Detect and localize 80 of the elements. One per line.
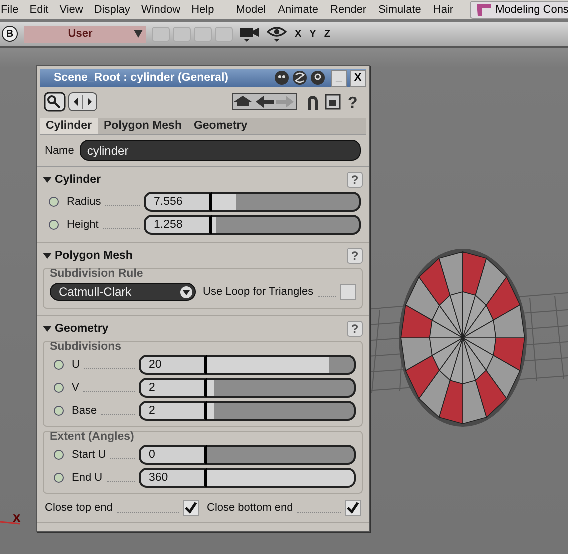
camera-icon[interactable] (239, 26, 261, 42)
viewport-letter[interactable]: B (2, 26, 18, 42)
group-title: Extent (Angles) (50, 431, 136, 443)
axis-indicator (0, 521, 20, 525)
slider-fill[interactable] (212, 194, 236, 210)
axis-label: x (13, 509, 21, 525)
help-button[interactable]: ? (347, 248, 363, 264)
module-menu[interactable]: Animate (274, 4, 323, 16)
section-title[interactable]: Cylinder (55, 174, 102, 186)
parameter-label: Start U (72, 448, 106, 460)
menu-item[interactable]: Help (190, 4, 222, 16)
animation-icon[interactable] (54, 406, 64, 416)
parameter-label: Base (72, 404, 98, 416)
help-button[interactable]: ? (347, 172, 363, 188)
slider-fill[interactable] (207, 402, 214, 418)
animation-icon[interactable] (49, 220, 59, 230)
title-icons-drawing[interactable] (274, 70, 328, 86)
value-field[interactable]: 1.258 (144, 214, 212, 234)
parameter-label: Height (67, 218, 99, 230)
eye-icon[interactable] (267, 26, 287, 42)
checkbox-label: Use Loop for Triangles (203, 286, 314, 298)
group-title: Subdivisions (50, 341, 123, 353)
window-title: Scene_Root : cylinder (General) (54, 72, 230, 84)
view-dropdown[interactable]: User (24, 26, 146, 42)
parameter-label: V (72, 382, 80, 394)
value-field[interactable]: 0 (139, 444, 207, 464)
parameter-label: Radius (67, 196, 102, 208)
animation-icon[interactable] (54, 472, 64, 482)
axis-toggle[interactable]: X (295, 28, 302, 40)
subdivision-dropdown[interactable]: Catmull-Clark (50, 283, 196, 301)
slider-fill[interactable] (207, 356, 329, 372)
animation-icon[interactable] (54, 450, 64, 460)
animation-icon[interactable] (54, 360, 64, 370)
checkbox[interactable] (340, 284, 356, 300)
parameter-label: End U (72, 472, 103, 484)
group-title: Subdivision Rule (50, 268, 144, 280)
name-field[interactable]: cylinder (80, 140, 361, 161)
collapse-arrow-icon[interactable] (43, 324, 52, 332)
value-field[interactable]: 7.556 (144, 192, 212, 212)
value-field[interactable]: 2 (139, 400, 207, 420)
section-title[interactable]: Geometry (55, 322, 109, 334)
menu-item[interactable]: View (58, 4, 90, 16)
checkbox-label: Close top end (45, 502, 113, 514)
axis-toggle[interactable]: Y (310, 28, 316, 40)
slider-fill[interactable] (212, 216, 216, 232)
collapse-arrow-icon[interactable] (43, 252, 52, 260)
navigation-arrows-icon[interactable] (232, 92, 298, 112)
window-button[interactable]: X (350, 70, 366, 86)
tab[interactable]: Cylinder (40, 118, 98, 134)
module-menu[interactable]: Model (232, 4, 270, 16)
module-menu[interactable]: Render (326, 4, 371, 16)
menu-item[interactable]: Display (93, 4, 138, 16)
checkbox[interactable] (183, 500, 199, 516)
value-field[interactable]: 2 (139, 378, 207, 398)
value-field[interactable]: 360 (139, 468, 207, 488)
value-field[interactable]: 20 (139, 354, 207, 374)
dialog-title-bar[interactable]: Scene_Root : cylinder (General) _ X (40, 69, 366, 87)
collapse-arrow-icon[interactable] (43, 176, 52, 184)
section-title[interactable]: Polygon Mesh (55, 250, 133, 262)
checkbox[interactable] (345, 500, 361, 516)
module-menu[interactable]: Hair (429, 4, 458, 16)
tab[interactable]: Polygon Mesh (98, 118, 188, 134)
previous-next-icon[interactable] (68, 92, 98, 112)
checkbox-label: Close bottom end (207, 502, 294, 514)
axis-toggle[interactable]: Z (324, 28, 330, 40)
tool-icons-drawing[interactable]: ? (300, 92, 364, 112)
window-button[interactable]: _ (331, 70, 347, 86)
animation-icon[interactable] (54, 382, 64, 392)
dropdown-arrow-icon (134, 30, 143, 38)
parameter-label: U (72, 358, 80, 370)
layout-icon (474, 2, 493, 18)
slider-fill[interactable] (207, 380, 214, 396)
menu-item[interactable]: Window (140, 4, 188, 16)
animation-icon[interactable] (49, 196, 59, 206)
tab[interactable]: Geometry (188, 118, 254, 134)
menu-item[interactable]: File (0, 4, 26, 16)
help-button[interactable]: ? (347, 320, 363, 336)
menu-item[interactable]: Edit (28, 4, 56, 16)
module-menu[interactable]: Simulate (374, 4, 426, 16)
field-label: Name (45, 144, 74, 156)
